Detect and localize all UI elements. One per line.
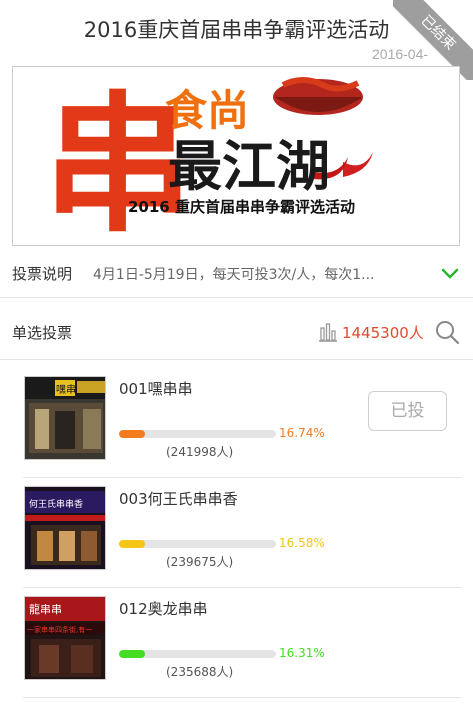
vote-description-label: 投票说明 bbox=[12, 265, 73, 283]
candidate-name: 001嘿串串 bbox=[119, 380, 193, 398]
vote-progress-fill bbox=[119, 650, 145, 658]
banner-line2: 最江湖 bbox=[168, 135, 330, 198]
total-votes: 1445300人 bbox=[342, 324, 424, 342]
candidate-photo: 嘿串 bbox=[24, 376, 106, 460]
vote-count: (235688人) bbox=[166, 665, 234, 679]
vote-count: (241998人) bbox=[166, 445, 234, 459]
vote-description-row[interactable]: 投票说明 4月1日-5月19日，每天可投3次/人，每次1... bbox=[0, 250, 473, 298]
shop-sign-text: 龍串串 bbox=[29, 602, 62, 616]
chevron-down-icon[interactable] bbox=[440, 263, 460, 283]
chili-pepper-icon bbox=[343, 152, 373, 177]
vote-percent: 16.58% bbox=[279, 536, 325, 550]
candidate-item: 龍串串 一家串串四条街,有一 012奥龙串串 16.31% (235688人) bbox=[23, 588, 461, 698]
vote-mode-row: 单选投票 1445300人 bbox=[0, 310, 473, 360]
vote-percent: 16.31% bbox=[279, 646, 325, 660]
vote-progress-bar bbox=[119, 430, 276, 438]
candidate-item: 嘿串 001嘿串串 16.74% (241998人) 已投 bbox=[23, 368, 461, 478]
vote-progress-fill bbox=[119, 540, 146, 548]
shop-sign-text: 嘿串 bbox=[56, 384, 76, 396]
vote-progress-fill bbox=[119, 430, 146, 438]
event-banner: 串 食尚 最江湖 2016 重庆首届串串争霸评选活动 bbox=[12, 66, 460, 246]
banner-subtitle: 2016 重庆首届串串争霸评选活动 bbox=[128, 198, 355, 216]
vote-description-text: 4月1日-5月19日，每天可投3次/人，每次1... bbox=[93, 267, 375, 283]
bar-chart-icon bbox=[319, 323, 337, 342]
vote-count: (239675人) bbox=[166, 555, 234, 569]
vote-progress-bar bbox=[119, 540, 276, 548]
vote-progress-bar bbox=[119, 650, 276, 658]
candidate-name: 003何王氏串串香 bbox=[119, 490, 238, 508]
search-icon[interactable] bbox=[434, 319, 460, 345]
vote-percent: 16.74% bbox=[279, 426, 325, 440]
banner-line1: 食尚 bbox=[165, 86, 249, 135]
chili-bowl-icon bbox=[273, 77, 363, 115]
candidate-photo: 何王氏串串香 bbox=[24, 486, 106, 570]
vote-mode-label: 单选投票 bbox=[12, 324, 73, 342]
shop-sign-text: 何王氏串串香 bbox=[29, 498, 83, 510]
candidate-photo: 龍串串 一家串串四条街,有一 bbox=[24, 596, 106, 680]
candidate-name: 012奥龙串串 bbox=[119, 600, 208, 618]
shop-slogan-text: 一家串串四条街,有一 bbox=[27, 625, 92, 634]
candidate-item: 何王氏串串香 003何王氏串串香 16.58% (239675人) bbox=[23, 478, 461, 588]
voted-button[interactable]: 已投 bbox=[368, 391, 447, 431]
